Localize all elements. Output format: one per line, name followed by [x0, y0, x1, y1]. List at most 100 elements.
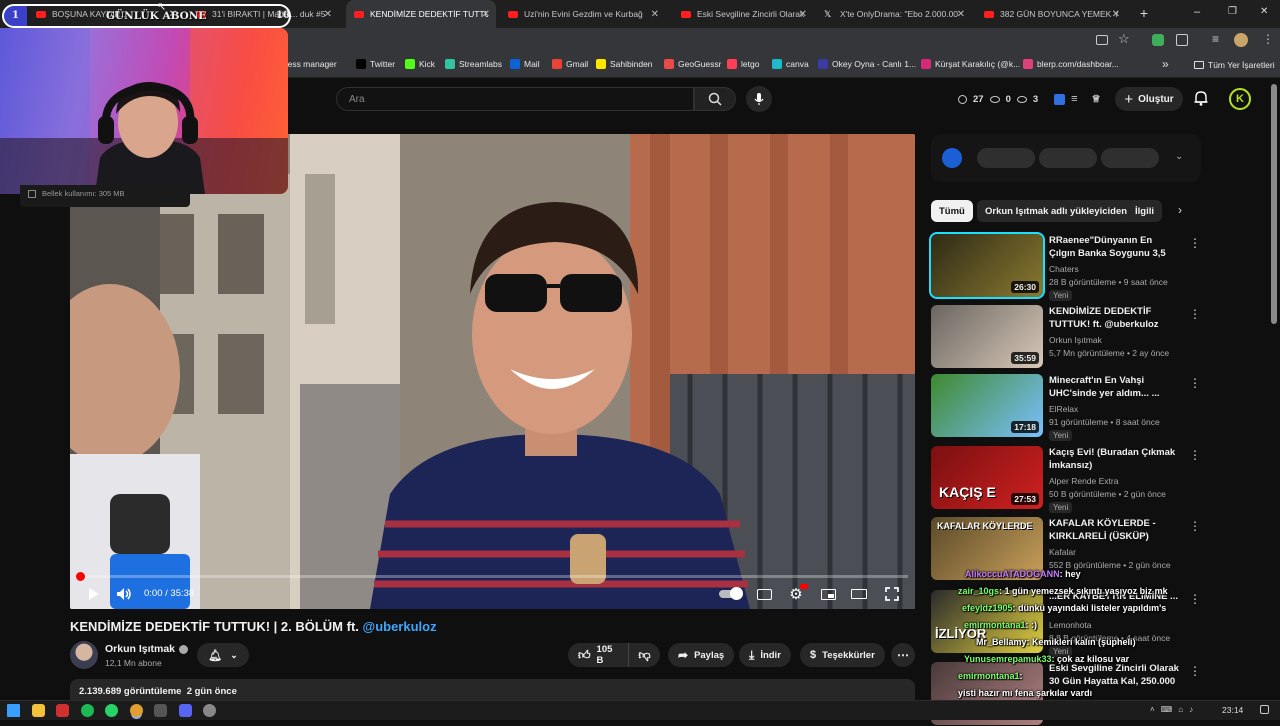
bookmark-item[interactable]: canva — [772, 59, 809, 69]
close-tab-icon[interactable]: ✕ — [324, 9, 332, 20]
close-tab-icon[interactable]: ✕ — [482, 9, 490, 20]
play-button[interactable] — [84, 584, 104, 604]
bookmark-item[interactable]: Streamlabs — [445, 59, 502, 69]
title-mention-link[interactable]: @uberkuloz — [363, 619, 437, 634]
close-tab-icon[interactable]: ✕ — [799, 9, 807, 20]
video-thumbnail[interactable]: 35:59 — [931, 305, 1043, 368]
bookmark-item[interactable]: Kürşat Karakılıç (@k... — [921, 59, 1020, 69]
whatsapp-icon[interactable] — [105, 704, 118, 717]
recommended-channel[interactable]: ElRelax — [1049, 404, 1078, 414]
recommended-channel[interactable]: Chaters — [1049, 264, 1079, 274]
page-scrollbar[interactable] — [1271, 84, 1277, 324]
blurred-pill-3[interactable] — [1101, 148, 1159, 168]
fullscreen-button[interactable] — [882, 584, 902, 604]
new-tab-button[interactable]: + — [1136, 5, 1152, 21]
autoplay-toggle[interactable] — [718, 586, 743, 602]
share-button[interactable]: ➦ Paylaş — [668, 643, 735, 667]
recommended-video[interactable]: 35:59 KENDİMİZE DEDEKTİF TUTTUK! ft. @ube… — [931, 305, 1201, 369]
more-options-icon[interactable]: ⋮ — [1189, 236, 1201, 250]
bookmark-item[interactable]: Okey Oyna - Canlı 1... — [818, 59, 916, 69]
channel-name[interactable]: Orkun Işıtmak — [105, 643, 189, 655]
panel-chevron-icon[interactable]: ⌄ — [1175, 151, 1183, 162]
more-options-icon[interactable]: ⋮ — [1189, 519, 1201, 533]
like-button[interactable]: 👍︎ 105 B — [568, 643, 628, 667]
profile-avatar-icon[interactable] — [1234, 33, 1248, 47]
recommended-title[interactable]: RRaenee"Dünyanın En Çılgın Banka Soygunu… — [1049, 234, 1181, 261]
close-tab-icon[interactable]: ✕ — [1112, 9, 1120, 20]
search-button[interactable] — [694, 87, 736, 111]
bookmarks-more-button[interactable]: » — [1162, 57, 1169, 71]
video-player[interactable]: 0:00 / 35:38 ⚙ — [70, 134, 915, 609]
system-tray[interactable]: ˄ ⌨ ⌂ ♪ — [1150, 705, 1193, 714]
blurred-pill-2[interactable] — [1039, 148, 1097, 168]
minimize-button[interactable]: – — [1194, 6, 1200, 18]
keyboard-icon[interactable]: ⌨ — [1161, 705, 1173, 714]
media-controls-icon[interactable]: ≡ — [1212, 32, 1219, 46]
bookmark-item[interactable]: Mail — [510, 59, 540, 69]
close-tab-icon[interactable]: ✕ — [651, 9, 659, 20]
tray-chevron-icon[interactable]: ˄ — [1150, 705, 1155, 714]
bookmark-item[interactable]: blerp.com/dashboar... — [1023, 59, 1119, 69]
network-icon[interactable]: ⌂ — [1178, 705, 1183, 714]
extension-logo-icon[interactable] — [942, 148, 962, 168]
recommended-video[interactable]: 26:30 RRaenee"Dünyanın En Çılgın Banka So… — [929, 232, 1201, 301]
obs-icon[interactable] — [154, 704, 167, 717]
browser-tab[interactable]: KENDİMİZE DEDEKTİF TUTTUK ✕ — [346, 0, 496, 28]
theater-mode-button[interactable] — [849, 584, 869, 604]
spotify-icon[interactable] — [80, 704, 94, 717]
recommended-title[interactable]: Kaçış Evi! (Buradan Çıkmak İmkansız) — [1049, 446, 1181, 472]
more-options-icon[interactable]: ⋮ — [1189, 592, 1201, 606]
speaker-icon[interactable]: ♪ — [1189, 705, 1193, 714]
search-input[interactable]: Ara — [336, 87, 694, 111]
recommended-channel[interactable]: Orkun Işıtmak — [1049, 335, 1102, 345]
explorer-icon[interactable] — [31, 704, 45, 717]
recommended-title[interactable]: KAFALAR KÖYLERDE - KIRKLARELİ (ÜSKÜP) — [1049, 517, 1181, 543]
chip-uploader[interactable]: Orkun Işıtmak adlı yükleyiciden — [977, 200, 1136, 222]
restore-button[interactable]: ❐ — [1228, 6, 1237, 17]
recommended-video[interactable]: 17:18 Minecraft'ın En Vahşi UHC'sinde yer… — [931, 374, 1201, 441]
thanks-button[interactable]: $ Teşekkürler — [800, 643, 885, 667]
more-options-icon[interactable]: ⋮ — [1189, 376, 1201, 390]
bookmark-item[interactable]: letgo — [727, 59, 759, 69]
app-red-icon[interactable] — [56, 704, 69, 717]
browser-tab[interactable]: 𝕏 X'te OnlyDrama: "Ebo 2.000.00 ✕ — [816, 0, 971, 28]
close-tab-icon[interactable]: ✕ — [957, 9, 965, 20]
notification-icon[interactable] — [1260, 705, 1269, 714]
all-bookmarks-folder[interactable]: Tüm Yer İşaretleri — [1194, 60, 1275, 70]
bookmark-item[interactable]: Gmail — [552, 59, 588, 69]
volume-button[interactable] — [114, 584, 134, 604]
bookmark-item[interactable]: Kick — [405, 59, 435, 69]
channel-avatar[interactable] — [70, 641, 98, 669]
voice-search-button[interactable] — [746, 86, 772, 112]
extension-shield-icon[interactable] — [1152, 34, 1164, 46]
chrome-icon[interactable] — [129, 704, 143, 717]
settings-button[interactable]: ⚙ — [786, 584, 808, 604]
browser-tab[interactable]: Eski Sevgiline Zincirli Olarak 30 ✕ — [673, 0, 813, 28]
video-thumbnail[interactable]: 26:30 — [929, 232, 1045, 299]
more-actions-button[interactable]: ⋯ — [891, 643, 915, 667]
chip-related[interactable]: İlgili — [1127, 200, 1162, 222]
download-button[interactable]: ⤓ İndir — [739, 643, 791, 667]
notifications-bell-icon[interactable] — [1194, 90, 1208, 109]
progress-scrubber[interactable] — [76, 572, 85, 581]
recommended-title[interactable]: Minecraft'ın En Vahşi UHC'sinde yer aldı… — [1049, 374, 1181, 400]
bookmark-item[interactable]: Twitter — [356, 59, 395, 69]
star-bookmark-icon[interactable]: ☆ — [1118, 31, 1130, 47]
steam-icon[interactable] — [203, 704, 216, 717]
chip-all[interactable]: Tümü — [931, 200, 973, 222]
recommended-video[interactable]: KAÇIŞ E 27:53 Kaçış Evi! (Buradan Çıkmak İ… — [931, 446, 1201, 513]
clock[interactable]: 23:14 — [1222, 705, 1243, 715]
chips-next-icon[interactable]: › — [1178, 203, 1182, 217]
miniplayer-button[interactable] — [818, 584, 838, 604]
recommended-title[interactable]: Eski Sevgiline Zincirli Olarak 30 Gün Ha… — [1049, 662, 1181, 689]
browser-menu-icon[interactable]: ⋮ — [1262, 32, 1274, 46]
list-icon[interactable]: ≡ — [1071, 93, 1077, 105]
install-icon[interactable] — [1096, 35, 1108, 45]
video-thumbnail[interactable]: 17:18 — [931, 374, 1043, 437]
recommended-channel[interactable]: Kafalar — [1049, 547, 1076, 557]
recommended-channel[interactable]: Alper Rende Extra — [1049, 476, 1118, 486]
extension-badge-icon[interactable] — [1054, 93, 1066, 105]
discord-icon[interactable] — [178, 704, 192, 717]
subscribed-bell-button[interactable]: 🔔︎ ⌄ — [197, 643, 249, 667]
browser-tab[interactable]: 382 GÜN BOYUNCA YEMEK YE ✕ — [976, 0, 1126, 28]
